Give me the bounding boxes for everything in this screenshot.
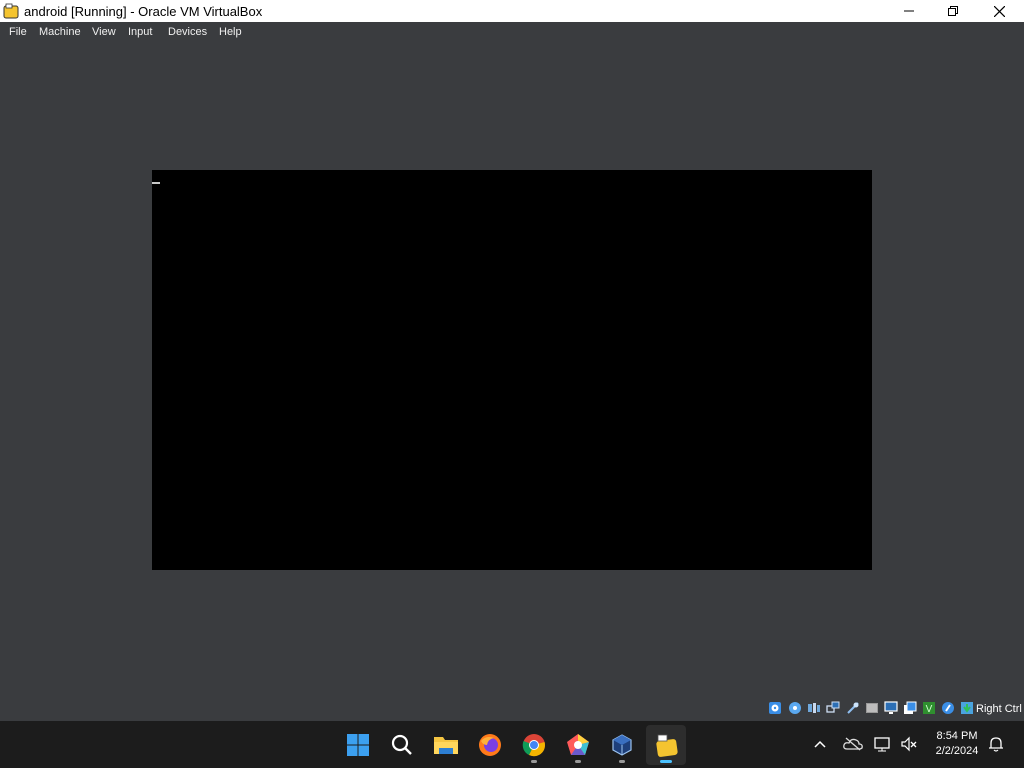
menu-bar: File Machine View Input Devices Help (0, 22, 1024, 42)
menu-view[interactable]: View (92, 26, 116, 38)
firefox-icon (479, 734, 501, 756)
close-icon (993, 5, 1005, 17)
menu-machine[interactable]: Machine (39, 26, 81, 38)
notifications-bell-icon (989, 737, 1003, 752)
show-hidden-icons-button[interactable] (811, 735, 829, 753)
menu-devices[interactable]: Devices (168, 26, 207, 38)
taskbar (0, 721, 1024, 768)
display-icon[interactable] (884, 701, 898, 715)
start-button[interactable] (338, 725, 378, 765)
clock-date: 2/2/2024 (935, 745, 979, 757)
hard-disk-icon[interactable] (768, 701, 782, 715)
restore-button[interactable] (930, 0, 976, 22)
chevron-up-icon (814, 740, 826, 748)
pentagon-app-button[interactable] (558, 725, 598, 765)
firefox-button[interactable] (470, 725, 510, 765)
onedrive-button[interactable] (842, 735, 864, 753)
virtualbox-vm-button[interactable] (646, 725, 686, 765)
virtualbox-app-icon (3, 3, 19, 19)
clock[interactable]: 8:54 PM 2/2/2024 (928, 729, 986, 759)
video-capture-icon[interactable] (903, 701, 917, 715)
search-button[interactable] (382, 725, 422, 765)
virtualbox-manager-icon (612, 734, 632, 756)
keyboard-capture-icon[interactable] (960, 701, 974, 715)
file-explorer-icon (434, 737, 458, 754)
shared-folders-icon[interactable] (865, 701, 879, 715)
menu-input[interactable]: Input (128, 26, 152, 38)
menu-file[interactable]: File (9, 26, 27, 38)
windows-start-icon (347, 734, 369, 756)
search-icon (391, 734, 412, 755)
network-tray-button[interactable] (874, 735, 892, 753)
cpu-icon[interactable]: V (922, 701, 936, 715)
chrome-button[interactable] (514, 725, 554, 765)
title-bar[interactable]: android [Running] - Oracle VM VirtualBox (0, 0, 1024, 22)
host-key-label: Right Ctrl (976, 703, 1022, 715)
clock-time: 8:54 PM (936, 730, 978, 742)
minimize-icon (904, 10, 914, 12)
text-cursor (152, 182, 160, 184)
network-icon (874, 737, 890, 752)
cloud-offline-icon (843, 737, 863, 751)
menu-help[interactable]: Help (219, 26, 242, 38)
virtualbox-vm-icon (656, 734, 678, 757)
mouse-integration-icon[interactable] (941, 701, 955, 715)
optical-drive-icon[interactable] (788, 701, 802, 715)
restore-icon (948, 6, 958, 16)
volume-button[interactable] (900, 735, 918, 753)
window-title: android [Running] - Oracle VM VirtualBox (24, 4, 263, 19)
audio-icon[interactable] (807, 701, 821, 715)
virtualbox-manager-button[interactable] (602, 725, 642, 765)
volume-muted-icon (901, 736, 917, 752)
vm-display[interactable] (152, 170, 872, 570)
close-button[interactable] (976, 0, 1022, 22)
network-icon[interactable] (826, 701, 840, 715)
pentagon-app-icon (567, 734, 589, 755)
notifications-button[interactable] (987, 735, 1005, 753)
svg-text:V: V (926, 704, 933, 715)
usb-icon[interactable] (846, 701, 860, 715)
chrome-icon (522, 734, 545, 757)
file-explorer-button[interactable] (426, 725, 466, 765)
minimize-button[interactable] (886, 0, 932, 22)
